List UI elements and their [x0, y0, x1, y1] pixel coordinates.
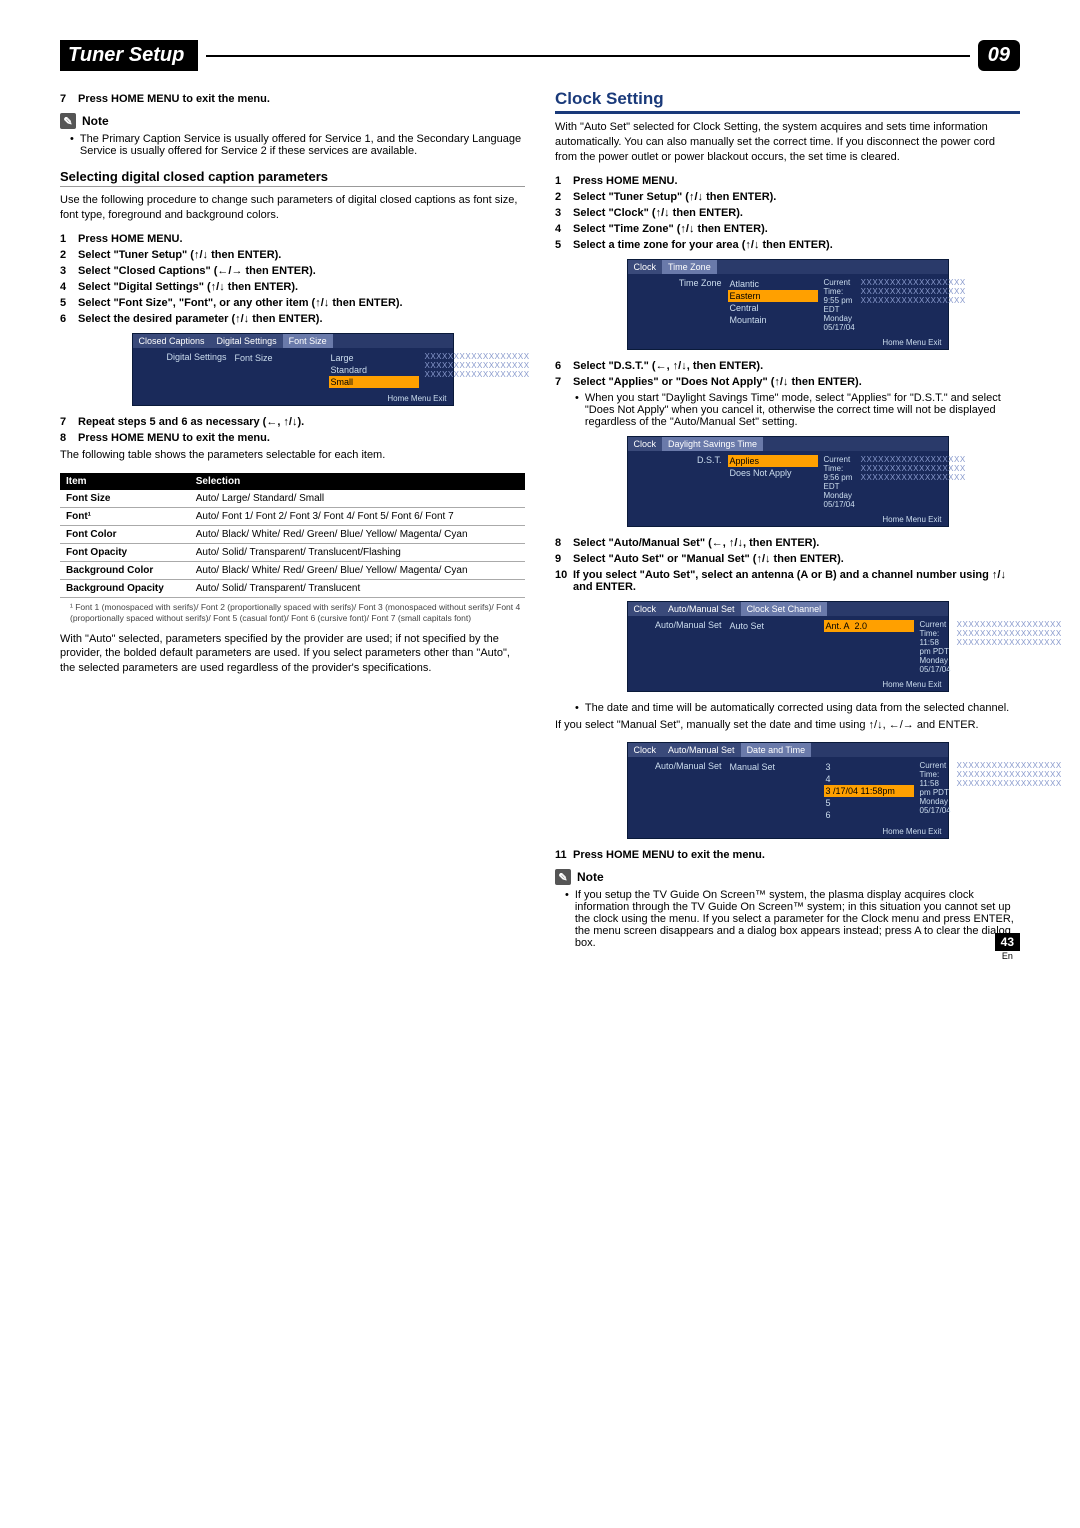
parameters-table: ItemSelection Font SizeAuto/ Large/ Stan…	[60, 473, 525, 598]
subsection-heading: Selecting digital closed caption paramet…	[60, 169, 525, 187]
closing-text: With "Auto" selected, parameters specifi…	[60, 632, 525, 677]
page-number: 43 En	[995, 933, 1020, 961]
pencil-icon: ✎	[555, 869, 571, 885]
footnote: ¹ Font 1 (monospaced with serifs)/ Font …	[70, 602, 525, 624]
left-column: 7Press HOME MENU to exit the menu. ✎ Not…	[60, 89, 525, 951]
osd-manualset: Clock Auto/Manual Set Date and Time Auto…	[627, 742, 949, 839]
chapter-header: Tuner Setup 09	[60, 40, 1020, 71]
chapter-title: Tuner Setup	[60, 40, 198, 71]
pencil-icon: ✎	[60, 113, 76, 129]
header-line	[206, 55, 969, 57]
osd-dst: Clock Daylight Savings Time D.S.T. Appli…	[627, 436, 949, 527]
osd-timezone: Clock Time Zone Time Zone Atlantic Easte…	[627, 259, 949, 350]
chapter-number: 09	[978, 40, 1020, 71]
step-text: Press HOME MENU to exit the menu.	[78, 93, 525, 105]
osd-autoset: Clock Auto/Manual Set Clock Set Channel …	[627, 601, 949, 692]
note-heading: ✎ Note	[555, 869, 1020, 885]
note-heading: ✎ Note	[60, 113, 525, 129]
right-column: Clock Setting With "Auto Set" selected f…	[555, 89, 1020, 951]
intro-text: Use the following procedure to change su…	[60, 193, 525, 223]
section-heading: Clock Setting	[555, 89, 1020, 114]
note-bullet: The Primary Caption Service is usually o…	[70, 133, 525, 157]
osd-closed-captions: Closed Captions Digital Settings Font Si…	[132, 333, 454, 406]
